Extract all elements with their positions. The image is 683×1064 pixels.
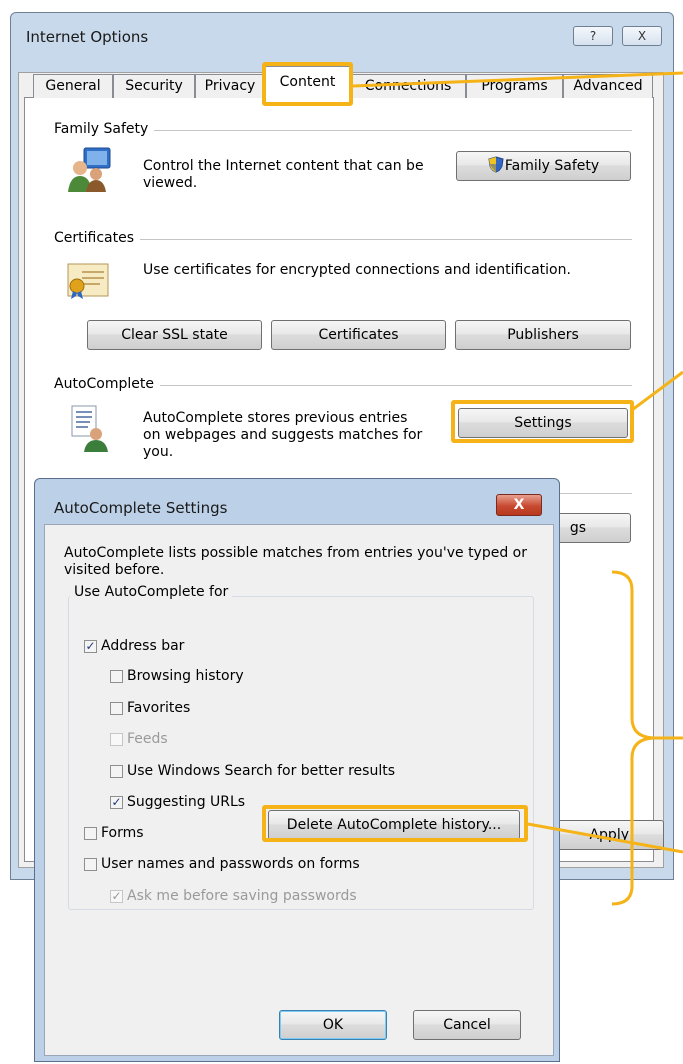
ok-button[interactable]: OK [279, 1010, 387, 1040]
settings-button-highlight [451, 400, 634, 443]
address-bar-checkbox[interactable]: ✓ [84, 639, 97, 653]
option-ask-before-saving: ✓ Ask me before saving passwords [110, 888, 357, 904]
dialog-close-button[interactable]: X [496, 494, 542, 516]
option-forms[interactable]: Forms [84, 825, 144, 841]
forms-checkbox[interactable] [84, 826, 97, 840]
tab-advanced[interactable]: Advanced [563, 74, 653, 98]
clear-ssl-state-button[interactable]: Clear SSL state [87, 320, 262, 350]
option-suggesting-urls[interactable]: ✓ Suggesting URLs [110, 794, 245, 810]
uac-shield-icon [488, 156, 504, 173]
help-button[interactable]: ? [573, 26, 613, 46]
autocomplete-icon [71, 405, 108, 452]
tab-programs[interactable]: Programs [466, 74, 563, 98]
forms-label: Forms [101, 825, 144, 841]
tab-general[interactable]: General [33, 74, 113, 98]
family-safety-description: Control the Internet content that can be… [143, 158, 424, 191]
browsing-history-checkbox[interactable] [110, 669, 123, 683]
family-safety-icon [68, 147, 111, 192]
windows-search-label: Use Windows Search for better results [127, 763, 395, 779]
dialog-title: AutoComplete Settings [54, 499, 228, 517]
cancel-button[interactable]: Cancel [413, 1010, 521, 1040]
tab-privacy[interactable]: Privacy [195, 74, 265, 98]
autocomplete-group-label: AutoComplete [54, 376, 160, 392]
option-address-bar[interactable]: ✓ Address bar [84, 638, 184, 654]
window-title: Internet Options [26, 28, 149, 46]
favorites-label: Favorites [127, 700, 191, 716]
window-close-button[interactable]: X [622, 26, 662, 46]
certificates-button[interactable]: Certificates [271, 320, 446, 350]
ask-before-saving-label: Ask me before saving passwords [127, 888, 357, 904]
certificates-description: Use certificates for encrypted connectio… [143, 262, 571, 278]
favorites-checkbox[interactable] [110, 701, 123, 715]
feeds-checkbox [110, 732, 123, 746]
groupbox-label: Use AutoComplete for [70, 584, 233, 601]
browsing-history-label: Browsing history [127, 668, 244, 684]
option-usernames-passwords[interactable]: User names and passwords on forms [84, 856, 360, 872]
address-bar-label: Address bar [101, 638, 185, 654]
close-icon: X [637, 29, 647, 43]
family-safety-button-label: Family Safety [504, 158, 600, 174]
suggesting-urls-checkbox[interactable]: ✓ [110, 795, 123, 809]
feeds-label: Feeds [127, 731, 168, 747]
option-windows-search[interactable]: Use Windows Search for better results [110, 763, 395, 779]
tab-connections[interactable]: Connections [350, 74, 466, 98]
tab-security[interactable]: Security [113, 74, 195, 98]
delete-button-highlight [262, 805, 528, 842]
option-feeds: Feeds [110, 731, 168, 747]
publishers-button[interactable]: Publishers [455, 320, 631, 350]
certificate-icon [67, 263, 109, 299]
apply-button[interactable]: Apply [556, 820, 664, 850]
certificates-group-label: Certificates [54, 230, 141, 246]
certificates-divider [54, 239, 632, 240]
ask-before-saving-checkbox: ✓ [110, 888, 123, 903]
content-tab-highlight [262, 62, 353, 106]
option-favorites[interactable]: Favorites [110, 700, 190, 716]
option-browsing-history[interactable]: Browsing history [110, 668, 244, 684]
close-icon: X [513, 497, 525, 513]
autocomplete-description: AutoComplete stores previous entries on … [143, 410, 423, 460]
autocomplete-intro: AutoComplete lists possible matches from… [64, 545, 527, 578]
usernames-passwords-label: User names and passwords on forms [101, 856, 360, 872]
suggesting-urls-label: Suggesting URLs [127, 794, 246, 810]
windows-search-checkbox[interactable] [110, 764, 123, 778]
hidden-group-divider [560, 493, 632, 494]
usernames-passwords-checkbox[interactable] [84, 857, 97, 871]
family-safety-button[interactable]: Family Safety [456, 151, 631, 181]
family-safety-group-label: Family Safety [54, 121, 155, 137]
